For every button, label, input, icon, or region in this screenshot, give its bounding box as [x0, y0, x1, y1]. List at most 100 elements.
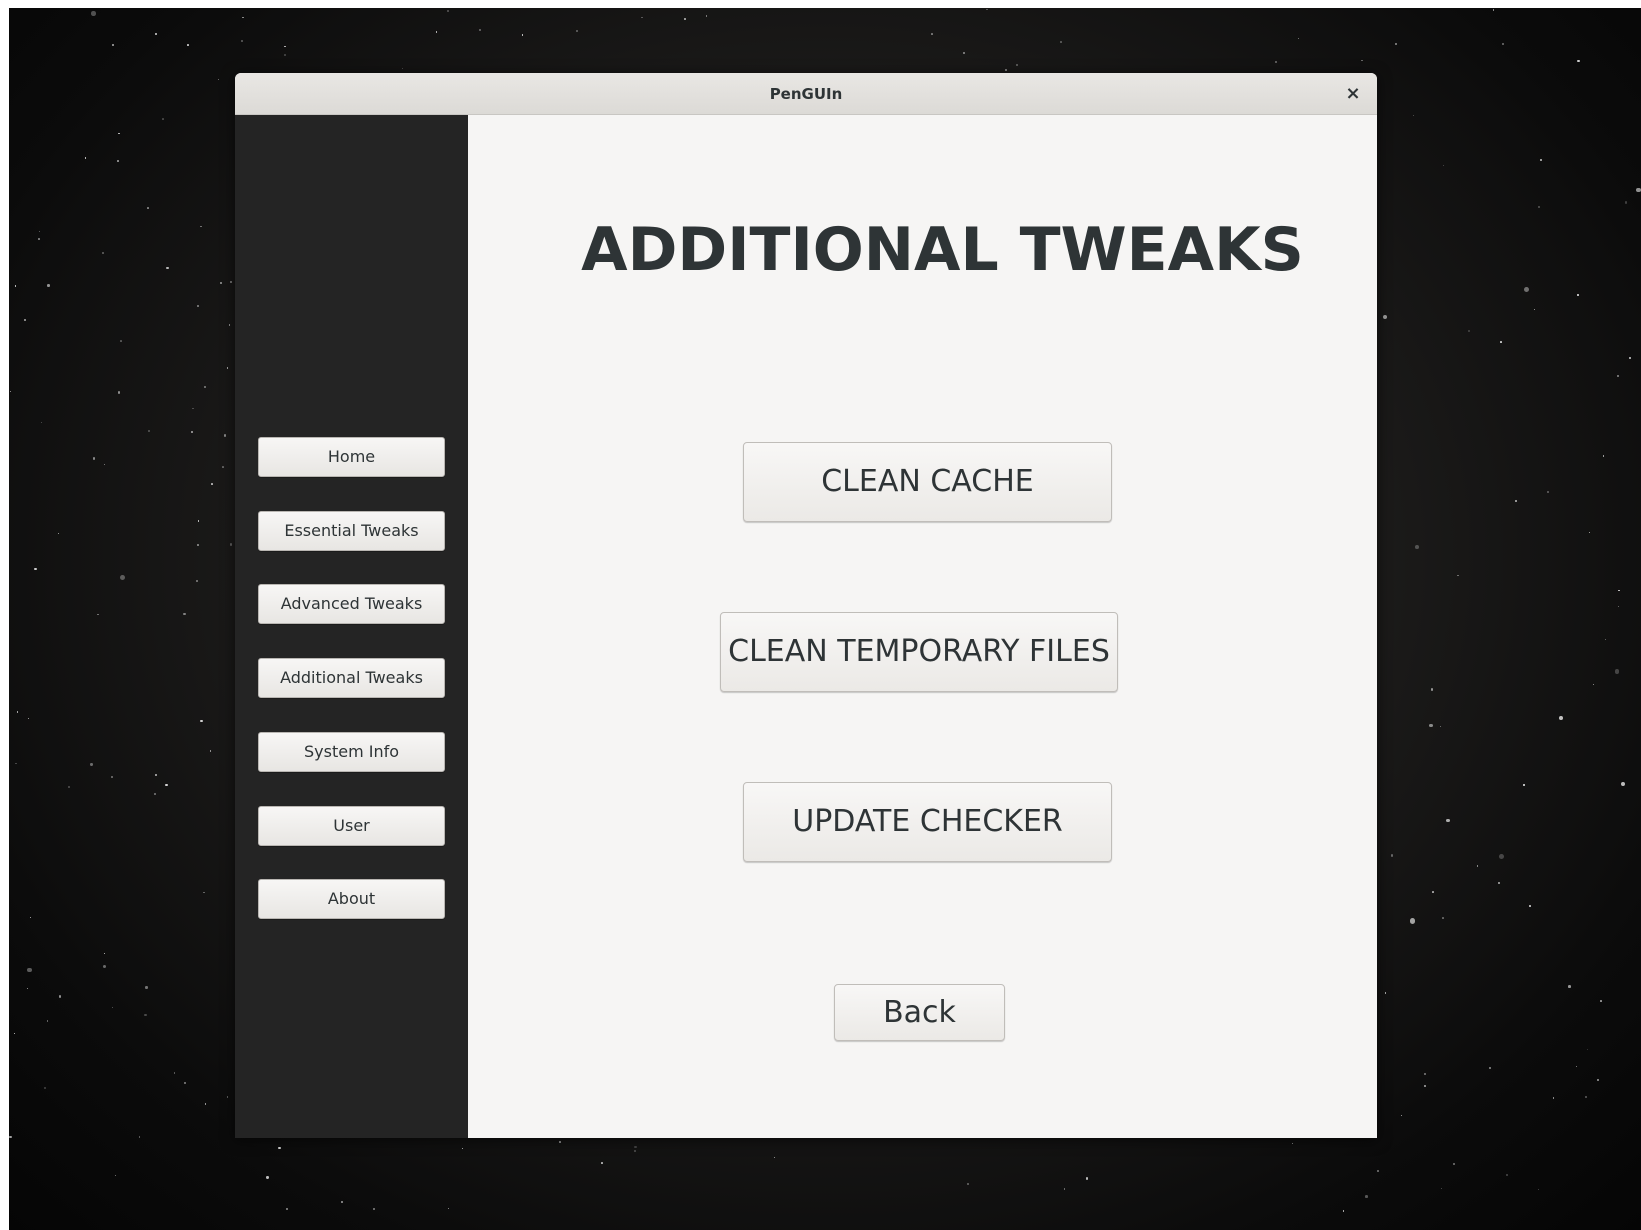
star-dot [558, 1141, 561, 1144]
star-dot [46, 1020, 49, 1023]
star-dot [1538, 206, 1540, 208]
star-dot [1537, 1189, 1539, 1191]
sidebar-item-home[interactable]: Home [258, 437, 445, 477]
sidebar-item-advanced-tweaks[interactable]: Advanced Tweaks [258, 584, 445, 624]
star-dot [162, 118, 164, 121]
star-dot [26, 988, 28, 990]
star-dot [1533, 308, 1535, 310]
star-dot [29, 917, 31, 919]
star-dot [17, 711, 19, 713]
close-icon[interactable]: × [1341, 82, 1365, 106]
window-title: PenGUIn [769, 85, 843, 103]
sidebar-item-additional-tweaks[interactable]: Additional Tweaks [258, 658, 445, 698]
star-dot [1476, 865, 1479, 867]
star-dot [1446, 818, 1450, 823]
star-dot [23, 318, 27, 322]
star-dot [103, 463, 105, 465]
star-dot [1415, 545, 1420, 550]
star-dot [147, 206, 150, 209]
star-dot [1432, 891, 1435, 894]
star-dot [1600, 1000, 1602, 1002]
star-dot [684, 18, 686, 20]
star-dot [111, 775, 114, 778]
star-dot [1342, 1210, 1345, 1212]
star-dot [1547, 490, 1550, 493]
star-dot [154, 773, 158, 776]
star-dot [118, 132, 121, 135]
star-dot [266, 1176, 269, 1179]
star-dot [15, 762, 17, 765]
star-dot [200, 719, 203, 723]
clean-temporary-files-button[interactable]: CLEAN TEMPORARY FILES [720, 612, 1118, 692]
star-dot [1587, 1048, 1589, 1051]
star-dot [1365, 1195, 1368, 1198]
star-dot [173, 1072, 176, 1074]
star-dot [372, 1207, 375, 1210]
star-dot [46, 284, 50, 287]
star-dot [145, 986, 148, 989]
star-dot [84, 157, 87, 159]
star-dot [1361, 59, 1363, 62]
star-dot [166, 266, 169, 269]
star-dot [119, 339, 122, 342]
star-dot [165, 783, 168, 787]
star-dot [34, 567, 37, 571]
star-dot [641, 16, 643, 19]
star-dot [1558, 716, 1563, 721]
star-dot [634, 1149, 636, 1152]
star-dot [283, 53, 286, 56]
star-dot [97, 613, 99, 616]
star-dot [1618, 590, 1620, 592]
sidebar-item-system-info[interactable]: System Info [258, 732, 445, 772]
clean-cache-button[interactable]: CLEAN CACHE [743, 442, 1112, 522]
title-bar[interactable]: PenGUIn × [235, 73, 1377, 115]
star-dot [196, 305, 199, 307]
star-dot [210, 483, 213, 486]
star-dot [27, 968, 32, 973]
star-dot [1605, 638, 1607, 640]
star-dot [57, 533, 59, 535]
star-dot [478, 28, 481, 31]
star-dot [1275, 60, 1278, 64]
star-dot [1409, 918, 1415, 924]
star-dot [1060, 41, 1063, 44]
star-dot [204, 1102, 207, 1105]
star-dot [9, 391, 11, 393]
star-dot [931, 32, 934, 35]
star-dot [1085, 1177, 1088, 1180]
star-dot [1636, 187, 1641, 193]
star-dot [1588, 531, 1590, 533]
star-dot [111, 43, 114, 46]
star-dot [283, 45, 286, 48]
star-dot [1457, 574, 1460, 577]
star-dot [401, 67, 404, 70]
star-dot [448, 1208, 450, 1210]
star-dot [634, 1145, 637, 1149]
star-dot [67, 786, 70, 789]
sidebar-item-essential-tweaks[interactable]: Essential Tweaks [258, 511, 445, 551]
star-dot [229, 543, 232, 546]
star-dot [1502, 43, 1505, 46]
star-dot [1523, 286, 1529, 292]
star-dot [1377, 1169, 1379, 1172]
star-dot [1514, 499, 1517, 502]
star-dot [1443, 165, 1445, 167]
star-dot [966, 1183, 969, 1186]
sidebar-item-about[interactable]: About [258, 879, 445, 919]
star-dot [58, 995, 62, 998]
star-dot [1390, 854, 1394, 857]
star-dot [1423, 1084, 1427, 1087]
star-dot [183, 612, 186, 615]
star-dot [38, 230, 40, 232]
star-dot [90, 763, 93, 766]
star-dot [773, 1156, 776, 1159]
star-dot [115, 1174, 117, 1176]
star-dot [192, 407, 194, 410]
star-dot [197, 544, 199, 546]
star-dot [1523, 784, 1525, 786]
update-checker-button[interactable]: UPDATE CHECKER [743, 782, 1112, 862]
sidebar-item-user[interactable]: User [258, 806, 445, 846]
star-dot [209, 749, 212, 752]
back-button[interactable]: Back [834, 984, 1005, 1041]
star-dot [1384, 992, 1387, 994]
